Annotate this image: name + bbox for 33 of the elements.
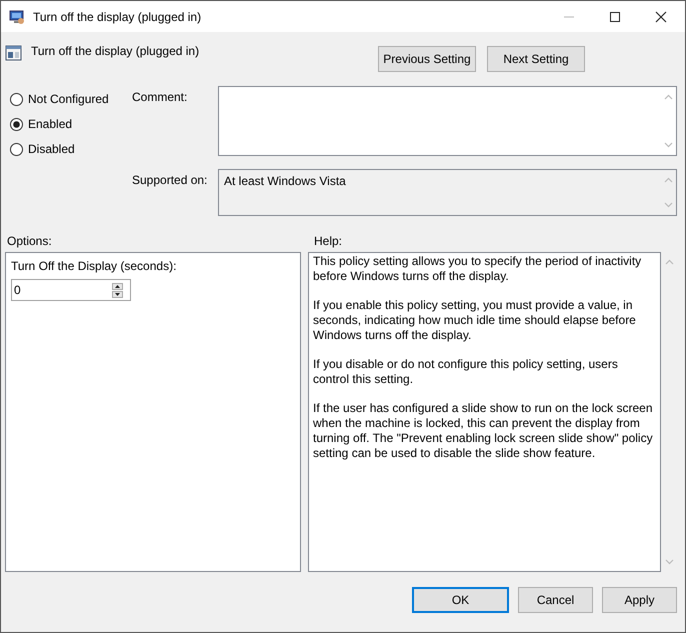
dialog-button[interactable]: Cancel bbox=[518, 587, 593, 613]
supported-label: Supported on: bbox=[132, 172, 208, 189]
options-label: Options: bbox=[7, 234, 53, 250]
spin-down-icon[interactable] bbox=[112, 290, 123, 298]
spin-up-icon[interactable] bbox=[112, 282, 123, 290]
help-paragraph: This policy setting allows you to specify the period of inactivity before Windows turns off the display. bbox=[313, 254, 642, 284]
nav-button[interactable]: Previous Setting bbox=[378, 46, 476, 72]
comment-field[interactable] bbox=[218, 86, 677, 156]
computer-icon bbox=[9, 8, 25, 24]
seconds-label: Turn Off the Display (seconds): bbox=[11, 259, 178, 273]
window-title: Turn off the display (plugged in) bbox=[33, 10, 202, 24]
radio-icon[interactable] bbox=[10, 142, 23, 156]
radio-selected-icon[interactable] bbox=[10, 118, 23, 130]
radio-label[interactable]: Enabled bbox=[28, 117, 72, 131]
policy-icon bbox=[5, 44, 23, 62]
comment-label: Comment: bbox=[132, 89, 188, 106]
policy-title: Turn off the display (plugged in) bbox=[31, 44, 200, 58]
radio-label[interactable]: Not Configured bbox=[28, 92, 109, 106]
maximize-icon[interactable] bbox=[609, 10, 621, 22]
help-paragraph: If you enable this policy setting, you must provide a value, in seconds, indicating how much idle time should elapse before Windows turns off the display. bbox=[313, 298, 637, 343]
radio-label[interactable]: Disabled bbox=[28, 142, 75, 156]
help-paragraph: If you disable or do not configure this policy setting, users control this setting. bbox=[313, 357, 619, 387]
scroll-up-icon[interactable] bbox=[664, 94, 672, 100]
close-icon[interactable] bbox=[655, 10, 667, 22]
dialog-button[interactable]: Apply bbox=[602, 587, 677, 613]
scroll-down-icon[interactable] bbox=[664, 142, 672, 148]
nav-button[interactable]: Next Setting bbox=[487, 46, 585, 72]
dialog-button[interactable]: OK bbox=[412, 587, 509, 613]
help-paragraph: If the user has configured a slide show to run on the lock screen when the machine is locked, this can prevent the display from turning off. The "Prevent enabling lock screen slide show" policy setting can be used to disable the slide show feature. bbox=[313, 401, 654, 461]
seconds-spinbox[interactable]: 0 bbox=[11, 279, 131, 301]
supported-on-text: At least Windows Vista bbox=[223, 173, 347, 190]
radio-icon[interactable] bbox=[10, 92, 23, 106]
help-label: Help: bbox=[314, 234, 342, 250]
